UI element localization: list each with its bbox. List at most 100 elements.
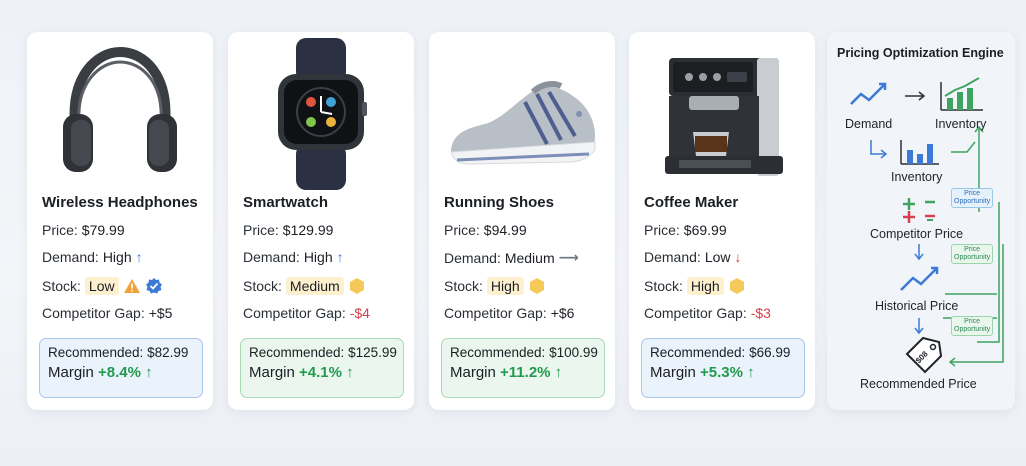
price-opportunity-badge: Price Opportunity	[951, 244, 994, 264]
demand-label: Demand:	[644, 249, 701, 265]
demand-label: Demand	[845, 117, 893, 131]
recommended-label: Recommended:	[48, 345, 144, 360]
product-title: Running Shoes	[444, 194, 554, 211]
demand-row: Demand: Low ↓	[644, 249, 742, 265]
recommendation-box: Recommended: $66.99 Margin +5.3% ↑	[641, 338, 805, 398]
recommended-price: $66.99	[749, 345, 791, 360]
recommended-price: $82.99	[147, 345, 189, 360]
margin-label: Margin	[650, 364, 696, 381]
demand-value: Medium	[504, 249, 555, 266]
badge-line: Opportunity	[954, 254, 991, 261]
stock-label: Stock:	[444, 278, 483, 294]
price-row: Price: $69.99	[644, 222, 727, 238]
trend-up-icon	[850, 82, 887, 105]
arrow-up-icon: ↑	[145, 364, 153, 381]
growth-chart-icon	[940, 77, 983, 111]
demand-row: Demand: High ↑	[243, 249, 344, 265]
competitor-gap-row: Competitor Gap: -$3	[644, 305, 771, 321]
stock-row: Stock: Medium	[243, 277, 366, 295]
running-shoes-image	[429, 32, 615, 192]
recommended-line: Recommended: $66.99	[650, 345, 796, 360]
gap-label: Competitor Gap:	[644, 305, 747, 321]
competitor-gap-row: Competitor Gap: +$5	[42, 305, 172, 321]
hexagon-icon	[528, 277, 546, 295]
product-card-smartwatch[interactable]: Smartwatch Price: $129.99 Demand: High ↑…	[228, 32, 414, 410]
engine-flow-diagram: $08	[850, 77, 1004, 374]
inventory-top-label: Inventory	[935, 117, 987, 131]
competitor-gap-row: Competitor Gap: -$4	[243, 305, 370, 321]
gap-value: +$5	[148, 305, 173, 321]
price-label: Price:	[644, 222, 680, 238]
historical-trend-icon	[900, 266, 939, 291]
margin-line: Margin +4.1% ↑	[249, 364, 395, 381]
recommended-price-label: Recommended Price	[860, 377, 977, 391]
arrow-right-icon: ⟶	[558, 249, 579, 265]
margin-value: +11.2%	[500, 364, 551, 381]
stock-row: Stock: High	[644, 277, 746, 295]
price-opportunity-badge: Price Opportunity	[951, 316, 994, 336]
demand-row: Demand: High ↑	[42, 249, 143, 265]
badge-line: Price	[964, 190, 981, 197]
recommended-line: Recommended: $100.99	[450, 345, 598, 360]
demand-label: Demand:	[243, 249, 300, 265]
price-row: Price: $79.99	[42, 222, 125, 238]
smartwatch-image	[228, 32, 414, 192]
badge-line: Price	[964, 318, 981, 325]
stock-row: Stock: Low	[42, 277, 163, 295]
competitor-gap-row: Competitor Gap: +$6	[444, 305, 574, 321]
margin-value: +8.4%	[98, 364, 141, 381]
plus-minus-icon	[903, 198, 935, 223]
price-row: Price: $129.99	[243, 222, 333, 238]
competitor-price-label: Competitor Price	[870, 227, 964, 241]
arrow-right-icon	[905, 91, 926, 101]
margin-value: +5.3%	[700, 364, 743, 381]
recommended-price: $125.99	[348, 345, 397, 360]
gap-label: Competitor Gap:	[42, 305, 145, 321]
badge-line: Opportunity	[954, 326, 991, 333]
arrow-down-icon: ↓	[734, 249, 742, 265]
recommended-label: Recommended:	[450, 345, 546, 360]
stock-value: Medium	[285, 277, 344, 295]
product-title: Smartwatch	[243, 194, 329, 211]
arrow-up-icon: ↑	[747, 364, 755, 381]
bar-chart-icon	[900, 140, 939, 165]
hexagon-icon	[348, 277, 366, 295]
margin-label: Margin	[249, 364, 295, 381]
demand-label: Demand:	[42, 249, 99, 265]
inventory-label: Inventory	[891, 170, 943, 184]
historical-price-label: Historical Price	[875, 299, 959, 313]
price-value: $69.99	[683, 222, 727, 238]
product-card-coffee-maker[interactable]: Coffee Maker Price: $69.99 Demand: Low ↓…	[629, 32, 815, 410]
stock-label: Stock:	[243, 278, 282, 294]
product-card-running-shoes[interactable]: Running Shoes Price: $94.99 Demand: Medi…	[429, 32, 615, 410]
product-title: Wireless Headphones	[42, 194, 198, 211]
product-card-headphones[interactable]: Wireless Headphones Price: $79.99 Demand…	[27, 32, 213, 410]
gap-value: -$3	[750, 305, 771, 321]
recommended-price: $100.99	[549, 345, 598, 360]
gap-value: -$4	[349, 305, 370, 321]
price-label: Price:	[42, 222, 78, 238]
price-value: $129.99	[282, 222, 334, 238]
product-title: Coffee Maker	[644, 194, 739, 211]
price-value: $94.99	[483, 222, 527, 238]
stock-value: High	[486, 277, 524, 295]
price-opportunity-badge: Price Opportunity	[951, 188, 994, 208]
demand-value: High	[102, 249, 132, 265]
warning-icon	[123, 278, 141, 294]
stock-label: Stock:	[42, 278, 81, 294]
recommended-label: Recommended:	[650, 345, 746, 360]
demand-value: High	[303, 249, 333, 265]
headphones-image	[27, 32, 213, 192]
margin-line: Margin +5.3% ↑	[650, 364, 796, 381]
demand-label: Demand:	[444, 249, 501, 266]
price-label: Price:	[243, 222, 279, 238]
price-label: Price:	[444, 222, 480, 238]
stock-value: High	[686, 277, 724, 295]
margin-label: Margin	[450, 364, 496, 381]
stock-value: Low	[84, 277, 119, 295]
demand-value: Low	[704, 249, 731, 265]
arrow-up-icon: ↑	[336, 249, 344, 265]
gap-label: Competitor Gap:	[243, 305, 346, 321]
verified-badge-icon	[145, 277, 163, 295]
recommended-line: Recommended: $82.99	[48, 345, 194, 360]
